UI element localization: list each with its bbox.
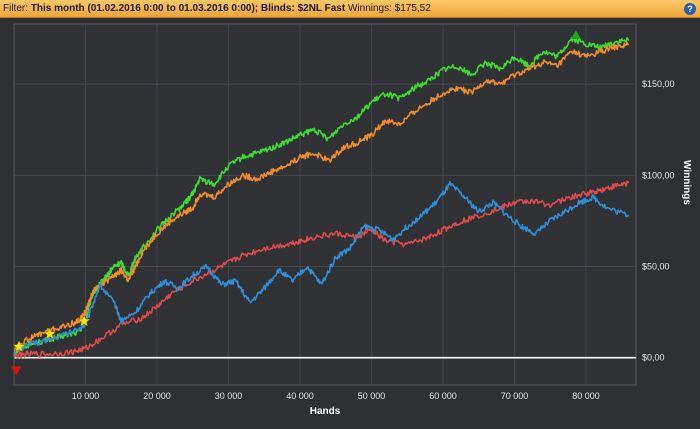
- filter-blinds: Blinds: $2NL Fast: [260, 3, 346, 14]
- y-tick-label: $50,00: [642, 261, 670, 271]
- y-tick-label: $150,00: [642, 79, 675, 89]
- x-tick-label: 30 000: [215, 391, 243, 401]
- chart-svg: 10 000 20 000 30 000 40 000 50 000 60 000 70 0…: [11, 23, 692, 417]
- question-icon[interactable]: ?: [684, 3, 696, 15]
- x-axis-label: Hands: [310, 406, 341, 417]
- x-tick-label: 10 000: [72, 391, 100, 401]
- x-tick-label: 80 000: [572, 391, 600, 401]
- y-axis-label: Winnings: [681, 160, 692, 205]
- filter-winnings: Winnings: $175,52: [347, 3, 431, 14]
- x-tick-label: 70 000: [501, 391, 529, 401]
- filter-bar: Filter: This month (01.02.2016 0:00 to 0…: [0, 0, 700, 18]
- x-tick-label: 50 000: [358, 391, 386, 401]
- winnings-chart: 10 000 20 000 30 000 40 000 50 000 60 000 70 0…: [0, 18, 700, 424]
- plot-area: [13, 23, 637, 386]
- x-tick-label: 40 000: [286, 391, 314, 401]
- y-tick-label: $0,00: [642, 353, 665, 363]
- filter-period: This month (01.02.2016 0:00 to 01.03.201…: [30, 3, 259, 14]
- x-tick-label: 60 000: [429, 391, 457, 401]
- y-tick-label: $100,00: [642, 170, 675, 180]
- x-tick-label: 20 000: [143, 391, 171, 401]
- filter-prefix: Filter:: [3, 3, 28, 14]
